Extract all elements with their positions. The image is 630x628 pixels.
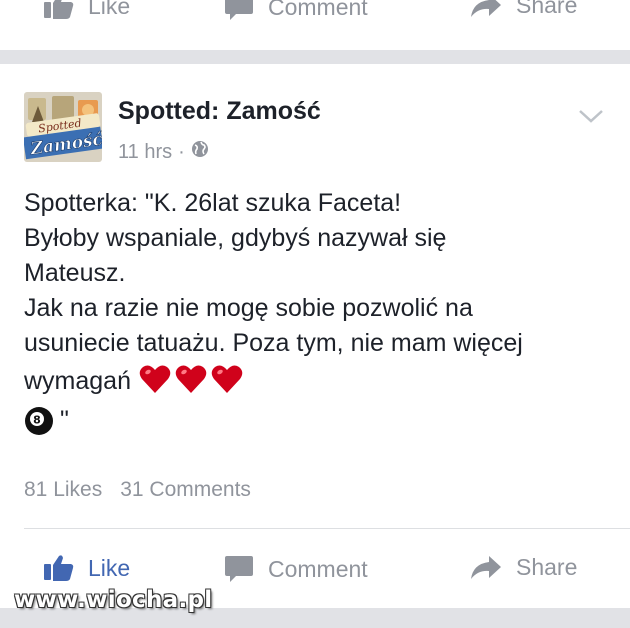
likes-count[interactable]: 81 Likes — [24, 478, 102, 502]
globe-icon — [191, 140, 209, 164]
page-name-link[interactable]: Spotted: Zamość — [118, 97, 321, 126]
post-time[interactable]: 11 hrs — [118, 141, 172, 164]
like-label: Like — [88, 0, 131, 19]
divider — [24, 528, 630, 529]
heart-emoji-icon — [211, 365, 243, 393]
watermark: www.wiocha.pl — [14, 587, 213, 613]
thumbs-up-icon — [44, 0, 74, 20]
post-text-line: Mateusz. — [24, 259, 126, 287]
ball-line: 8 " — [24, 403, 614, 438]
comments-count[interactable]: 31 Comments — [120, 478, 251, 502]
comment-label: Comment — [268, 555, 368, 582]
post-text-line: Byłoby wspaniale, gdybyś nazywał się — [24, 224, 447, 252]
chevron-down-icon[interactable] — [578, 108, 604, 129]
page-avatar[interactable]: Spotted Zamość — [24, 92, 102, 162]
meta-separator: · — [178, 140, 185, 163]
share-button-top[interactable]: Share — [470, 0, 577, 19]
heart-emoji-icon — [139, 365, 171, 393]
post-meta: 11 hrs · — [118, 140, 209, 164]
comment-button[interactable]: Comment — [224, 554, 368, 584]
svg-text:8: 8 — [33, 413, 41, 426]
comment-icon — [224, 554, 254, 584]
post-stats: 81 Likes 31 Comments — [24, 478, 251, 502]
post-text-line: wymagań — [24, 367, 131, 395]
post-text-line: Jak na razie nie mogę sobie pozwolić na — [24, 294, 473, 322]
like-button-top[interactable]: Like — [44, 0, 130, 20]
feed-separator — [0, 50, 630, 64]
share-label: Share — [516, 554, 578, 580]
previous-post-action-bar: Like Comment Share — [0, 0, 630, 40]
post-text-line: Spotterka: "K. 26lat szuka Faceta! — [24, 189, 402, 217]
hearts-group — [139, 364, 243, 394]
share-arrow-icon — [470, 0, 502, 19]
thumbs-up-icon — [44, 554, 74, 582]
share-button[interactable]: Share — [470, 554, 577, 581]
comment-button-top[interactable]: Comment — [224, 0, 368, 22]
comment-label: Comment — [268, 0, 368, 20]
like-button[interactable]: Like — [44, 554, 130, 582]
eight-ball-emoji-icon: 8 — [25, 406, 53, 435]
closing-quote: " — [60, 406, 69, 434]
comment-icon — [224, 0, 254, 22]
like-label: Like — [88, 554, 131, 581]
heart-emoji-icon — [175, 365, 207, 393]
share-label: Share — [516, 0, 578, 18]
share-arrow-icon — [470, 555, 502, 581]
post-body: Spotterka: "K. 26lat szuka Faceta! Byłob… — [24, 186, 614, 438]
post-text-line: usuniecie tatuażu. Poza tym, nie mam wię… — [24, 329, 523, 357]
